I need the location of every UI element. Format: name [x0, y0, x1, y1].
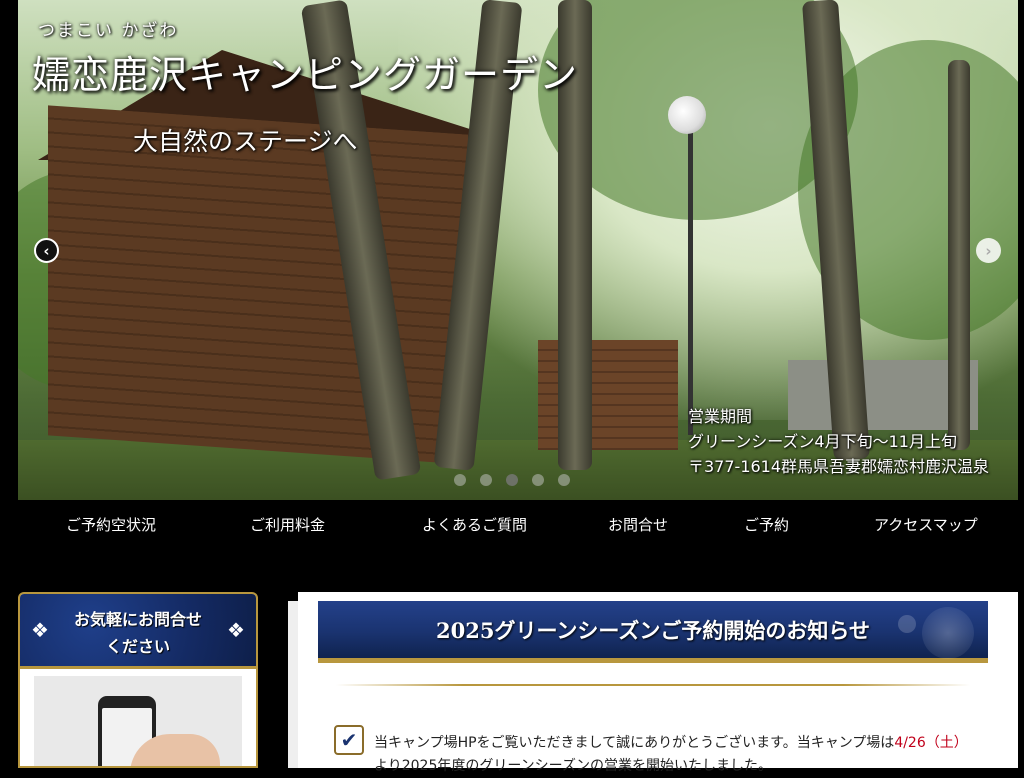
- news-paragraph: 当キャンプ場HPをご覧いただきまして誠にありがとうございます。当キャンプ場は4/…: [374, 732, 994, 778]
- lamp: [668, 96, 706, 134]
- slider-dot-active[interactable]: [506, 474, 518, 486]
- nav-item-contact[interactable]: お問合せ: [608, 514, 668, 535]
- nav-item-reservation[interactable]: ご予約: [744, 514, 789, 535]
- site-title-kana: つまこい かざわ: [38, 21, 179, 41]
- contact-widget-header: ❖ お気軽にお問合せ ください ❖: [20, 594, 256, 669]
- business-period-value: グリーンシーズン4月下旬〜11月上旬: [688, 432, 957, 451]
- contact-widget-title: お気軽にお問合せ ください: [20, 606, 256, 660]
- chevron-left-icon: ‹: [43, 241, 50, 260]
- slider-next-button[interactable]: ›: [976, 238, 1001, 263]
- chevron-right-icon: ›: [985, 241, 992, 260]
- open-date-highlight: 4/26（土）: [894, 735, 968, 751]
- hero-tagline: 大自然のステージへ: [133, 127, 358, 156]
- news-title: 2025グリーンシーズンご予約開始のお知らせ: [436, 618, 870, 643]
- news-text: 当キャンプ場HPをご覧いただきまして誠にありがとうございます。当キャンプ場は: [374, 735, 895, 751]
- slider-prev-button[interactable]: ‹: [34, 238, 59, 263]
- slider-dot[interactable]: [558, 474, 570, 486]
- news-banner: 2025グリーンシーズンご予約開始のお知らせ: [318, 601, 988, 663]
- news-panel: 2025グリーンシーズンご予約開始のお知らせ ✔ 当キャンプ場HPをご覧いただき…: [298, 592, 1018, 774]
- main-nav: ご予約空状況 ご利用料金 よくあるご質問 お問合せ ご予約 アクセスマップ: [18, 500, 1018, 548]
- business-period-label: 営業期間: [688, 407, 753, 426]
- news-text: より2025年度のグリーンシーズンの営業を開始いたしました。: [374, 758, 772, 774]
- divider: [336, 684, 970, 686]
- main-content: 2025グリーンシーズンご予約開始のお知らせ ✔ 当キャンプ場HPをご覧いただき…: [288, 592, 1018, 774]
- smartphone-hand-image[interactable]: [34, 676, 242, 766]
- slider-dot[interactable]: [480, 474, 492, 486]
- tree-trunk: [948, 60, 970, 450]
- hero-slider: つまこい かざわ 嬬恋鹿沢キャンピングガーデン 大自然のステージへ 営業期間 グ…: [18, 0, 1018, 500]
- hero-info: 営業期間 グリーンシーズン4月下旬〜11月上旬 〒377-1614群馬県吾妻郡嬬…: [688, 404, 989, 479]
- contact-title-line1: お気軽にお問合せ: [73, 610, 202, 629]
- nav-item-availability[interactable]: ご予約空状況: [66, 514, 156, 535]
- slider-dot[interactable]: [454, 474, 466, 486]
- slider-dots: [454, 474, 570, 486]
- contact-widget[interactable]: ❖ お気軽にお問合せ ください ❖: [18, 592, 258, 768]
- checkmark-icon: ✔: [334, 725, 364, 755]
- nav-item-faq[interactable]: よくあるご質問: [422, 514, 527, 535]
- lamp-pole: [688, 115, 693, 435]
- site-title[interactable]: 嬬恋鹿沢キャンピングガーデン: [32, 44, 578, 99]
- contact-title-line2: ください: [105, 637, 170, 656]
- nav-item-access-map[interactable]: アクセスマップ: [874, 514, 978, 535]
- family-crest-icon: ❖: [227, 618, 245, 642]
- nav-item-pricing[interactable]: ご利用料金: [250, 514, 325, 535]
- address: 〒377-1614群馬県吾妻郡嬬恋村鹿沢温泉: [688, 457, 990, 476]
- slider-dot[interactable]: [532, 474, 544, 486]
